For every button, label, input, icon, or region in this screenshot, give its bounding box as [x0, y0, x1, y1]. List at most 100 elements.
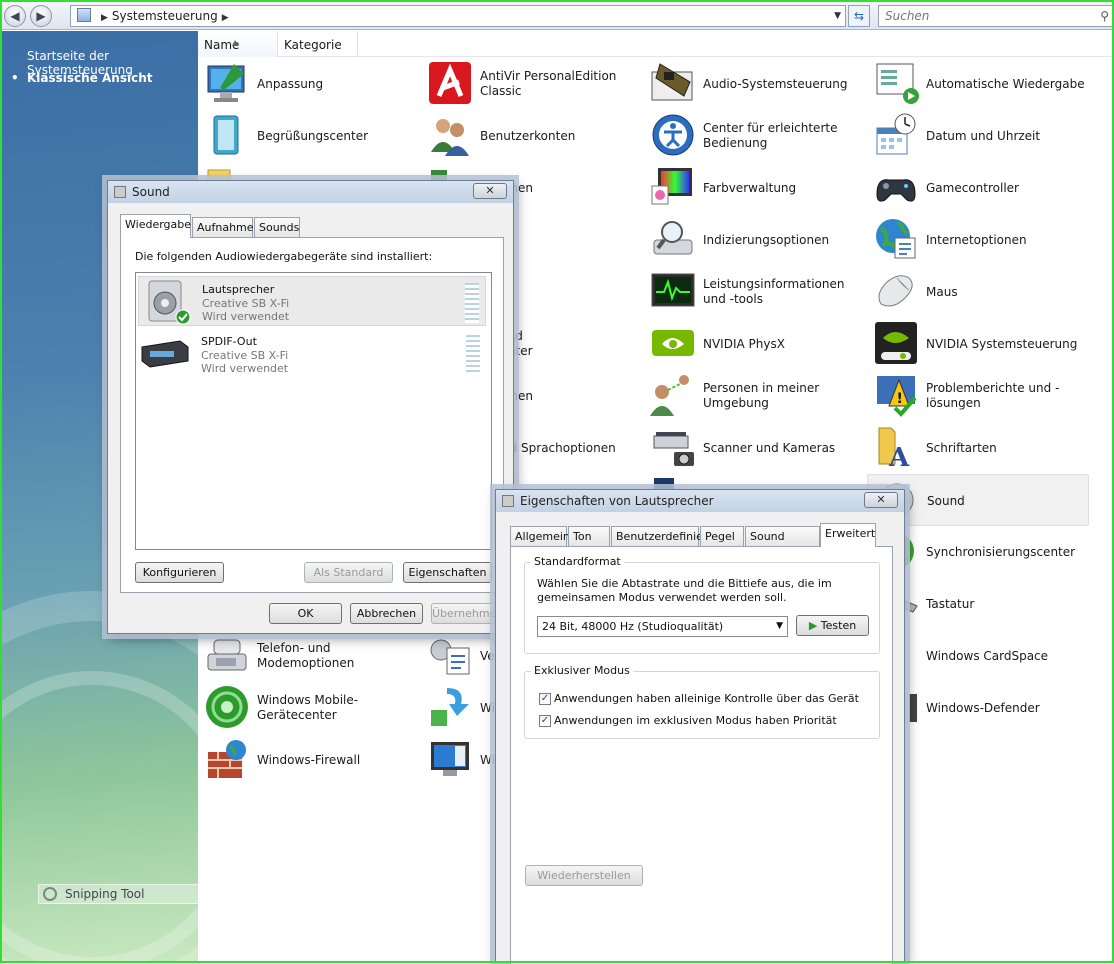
exclusive-control-checkbox[interactable]: ✓: [539, 693, 551, 705]
item-label: Tastatur: [926, 596, 975, 611]
item-leistungsinformationen[interactable]: Leistungsinformationen und -tools: [644, 266, 862, 318]
item-windows-firewall[interactable]: Windows-Firewall: [198, 734, 416, 786]
tab-erweitert[interactable]: Erweitert: [820, 523, 876, 547]
item-label: Anpassung: [257, 76, 324, 91]
exclusive-priority-label[interactable]: Anwendungen im exklusiven Modus haben Pr…: [554, 714, 837, 727]
device-name: Lautsprecher: [202, 283, 275, 296]
people-near-me-icon: [650, 375, 689, 416]
breadcrumb-systemsteuerung[interactable]: Systemsteuerung: [112, 9, 218, 23]
item-anpassung[interactable]: Anpassung: [198, 58, 416, 110]
chevron-down-icon: ▼: [776, 621, 783, 631]
device-status: Wird verwendet: [202, 310, 290, 323]
svg-text:!: !: [897, 391, 903, 407]
tab-aufnahme[interactable]: Aufnahme: [192, 217, 254, 237]
set-default-button[interactable]: Als Standard: [304, 562, 393, 583]
item-label: Scanner und Kameras: [703, 440, 836, 455]
item-datum-uhrzeit[interactable]: Datum und Uhrzeit: [867, 110, 1085, 162]
nvidia-icon: [652, 330, 694, 356]
sound-dialog-title: Sound: [132, 185, 170, 199]
tab-benutzerdefiniert[interactable]: Benutzerdefiniert: [611, 526, 712, 546]
standardformat-group: Standardformat Wählen Sie die Abtastrate…: [524, 555, 880, 654]
volume-meter: [466, 335, 480, 375]
column-header-name[interactable]: ▲ Name: [198, 31, 278, 57]
sort-up-icon: ▲: [232, 38, 239, 47]
chevron-right-icon[interactable]: ▶: [222, 13, 229, 23]
item-nvidia-systemsteuerung[interactable]: NVIDIA Systemsteuerung: [867, 318, 1085, 370]
item-schriftarten[interactable]: A Schriftarten: [867, 422, 1085, 474]
standardformat-label: Standardformat: [531, 555, 624, 568]
configure-button[interactable]: Konfigurieren: [135, 562, 224, 583]
forward-button[interactable]: ▶: [30, 5, 52, 27]
dropdown-arrow-icon[interactable]: ▼: [834, 6, 841, 26]
control-panel-icon: [77, 8, 91, 22]
device-status: Wird verwendet: [201, 362, 289, 375]
tab-sound-blaster[interactable]: Sound Blaster: [745, 526, 820, 562]
item-label: NVIDIA Systemsteuerung: [926, 336, 1078, 351]
device-lautsprecher[interactable]: Lautsprecher Creative SB X-Fi Wird verwe…: [138, 276, 486, 326]
item-scanner-kameras[interactable]: Scanner und Kameras: [644, 422, 862, 474]
item-telefon-modem[interactable]: Telefon- und Modemoptionen: [198, 630, 416, 682]
exclusive-priority-checkbox[interactable]: ✓: [539, 715, 551, 727]
format-select[interactable]: 24 Bit, 48000 Hz (Studioqualität) ▼: [537, 616, 788, 637]
address-field[interactable]: ▶ Systemsteuerung ▶ ▼: [70, 5, 846, 27]
link-klassische-ansicht[interactable]: Klassische Ansicht: [11, 71, 152, 85]
item-benutzerkonten[interactable]: Benutzerkonten: [421, 110, 639, 162]
exclusive-control-label[interactable]: Anwendungen haben alleinige Kontrolle üb…: [554, 692, 859, 705]
cancel-button[interactable]: Abbrechen: [350, 603, 423, 624]
nvidia-control-icon: [875, 322, 917, 364]
tab-ton[interactable]: Ton: [568, 526, 610, 546]
close-button[interactable]: ✕: [473, 183, 507, 199]
apply-button[interactable]: Übernehmen: [431, 603, 504, 624]
item-erleichterte-bedienung[interactable]: Center für erleichterte Bedienung: [644, 110, 862, 162]
speaker-device-icon: [148, 280, 191, 325]
antivir-umbrella-icon: [429, 62, 471, 104]
item-label: Automatische Wiedergabe: [926, 76, 1085, 91]
device-spdif-out[interactable]: SPDIF-Out Creative SB X-Fi Wird verwende…: [138, 329, 486, 379]
item-gamecontroller[interactable]: Gamecontroller: [867, 162, 1085, 214]
column-header-kategorie[interactable]: Kategorie: [278, 31, 358, 57]
item-label: Windows Mobile-Gerätecenter: [257, 693, 359, 722]
properties-button[interactable]: Eigenschaften: [403, 562, 492, 583]
search-input[interactable]: Suchen ⚲: [878, 5, 1114, 27]
item-maus[interactable]: Maus: [867, 266, 1085, 318]
standardformat-description: Wählen Sie die Abtastrate und die Bittie…: [537, 577, 832, 604]
color-management-icon: [651, 168, 692, 205]
item-personen-umgebung[interactable]: Personen in meiner Umgebung: [644, 370, 862, 422]
test-button[interactable]: ▶ Testen: [796, 615, 869, 636]
item-label: Internetoptionen: [926, 232, 1027, 247]
device-driver: Creative SB X-Fi: [201, 349, 289, 362]
device-name: SPDIF-Out: [201, 335, 257, 348]
item-nvidia-physx[interactable]: NVIDIA PhysX: [644, 318, 862, 370]
item-indizierungsoptionen[interactable]: Indizierungsoptionen: [644, 214, 862, 266]
item-label: Audio-Systemsteuerung: [703, 76, 848, 91]
sound-dialog-titlebar[interactable]: Sound ✕: [108, 181, 513, 203]
close-button[interactable]: ✕: [864, 492, 898, 508]
tab-wiedergabe[interactable]: Wiedergabe: [120, 214, 191, 238]
tab-pegel[interactable]: Pegel: [700, 526, 744, 546]
item-automatische-wiedergabe[interactable]: Automatische Wiedergabe: [867, 58, 1085, 110]
ok-button[interactable]: OK: [269, 603, 342, 624]
item-windows-mobile[interactable]: Windows Mobile-Gerätecenter: [198, 682, 416, 734]
device-list[interactable]: Lautsprecher Creative SB X-Fi Wird verwe…: [135, 272, 492, 550]
item-audio-systemsteuerung[interactable]: Audio-Systemsteuerung: [644, 58, 862, 110]
item-farbverwaltung[interactable]: Farbverwaltung: [644, 162, 862, 214]
properties-dialog-title: Eigenschaften von Lautsprecher: [520, 494, 714, 508]
item-antivir[interactable]: AntiVir PersonalEdition Classic: [421, 58, 639, 110]
admin-tools-icon: [430, 639, 470, 675]
item-begruessungscenter[interactable]: Begrüßungscenter: [198, 110, 416, 162]
autoplay-icon: [876, 63, 919, 104]
item-label: AntiVir PersonalEdition Classic: [480, 69, 617, 98]
properties-dialog-titlebar[interactable]: Eigenschaften von Lautsprecher ✕: [496, 490, 904, 512]
sound-tab-panel: Die folgenden Audiowiedergabegeräte sind…: [120, 237, 504, 593]
refresh-button[interactable]: ⇆: [848, 5, 870, 27]
restore-defaults-button[interactable]: Wiederherstellen: [525, 865, 643, 886]
tab-allgemein[interactable]: Allgemein: [510, 526, 570, 546]
search-icon[interactable]: ⚲: [1100, 6, 1109, 26]
back-button[interactable]: ◀: [4, 5, 26, 27]
item-problemberichte[interactable]: ! Problemberichte und -lösungen: [867, 370, 1085, 422]
back-arrow-icon: ◀: [10, 9, 20, 23]
item-label: Schriftarten: [926, 440, 997, 455]
item-label: Datum und Uhrzeit: [926, 128, 1041, 143]
tab-sounds[interactable]: Sounds: [254, 217, 300, 237]
item-internetoptionen[interactable]: Internetoptionen: [867, 214, 1085, 266]
